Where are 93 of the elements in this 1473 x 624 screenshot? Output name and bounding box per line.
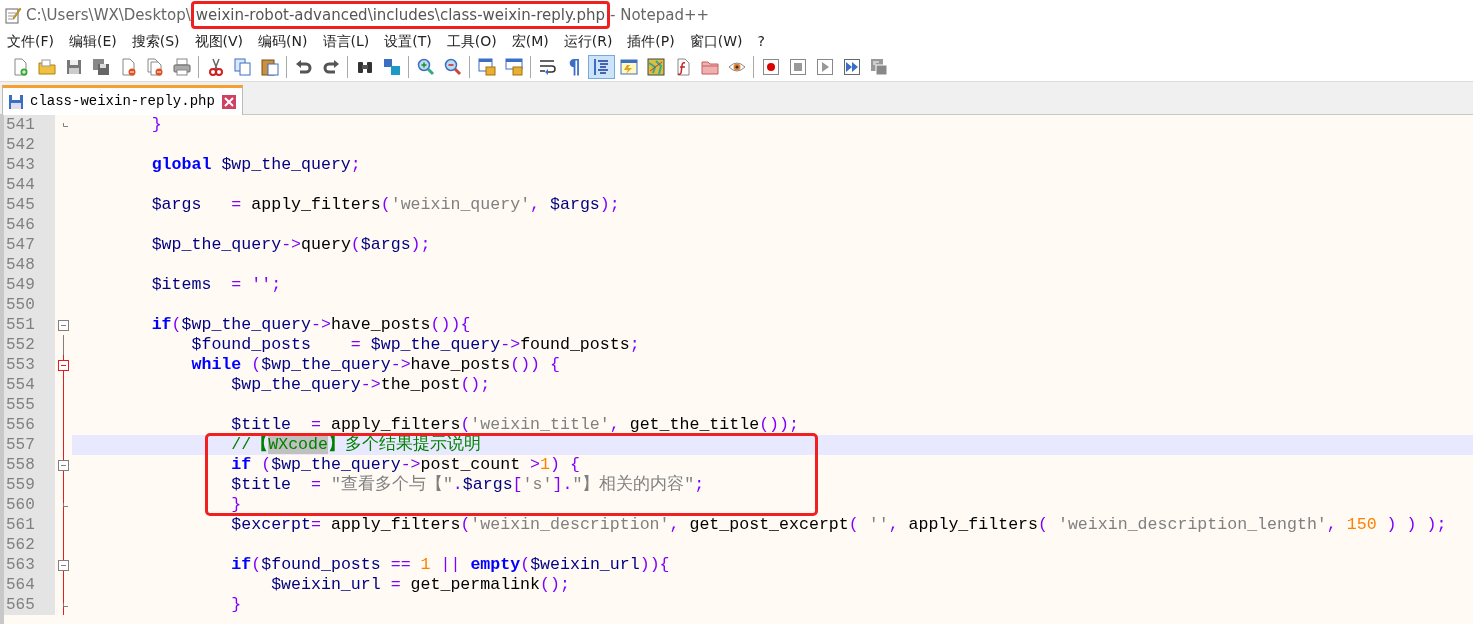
scissors-icon[interactable] bbox=[206, 57, 225, 76]
zoom-out-icon[interactable] bbox=[443, 57, 462, 76]
line-number: 548 bbox=[4, 255, 55, 275]
map-icon[interactable] bbox=[646, 57, 665, 76]
line-number: 549 bbox=[4, 275, 55, 295]
folder-icon[interactable] bbox=[37, 57, 56, 76]
window-title-text: - Notepad++ bbox=[610, 4, 710, 26]
code-line: $excerpt= apply_filters('weixin_description', get_post_excerpt( '', apply_filters( 'weixin_description_length', 150 ) ) ); bbox=[230, 515, 1447, 534]
menu-item[interactable]: 宏(M) bbox=[504, 30, 557, 52]
file-tab[interactable]: class-weixin-reply.php bbox=[2, 85, 243, 115]
code-line: if($wp_the_query->have_posts()){ bbox=[150, 315, 471, 334]
line-number: 553 bbox=[4, 355, 55, 375]
code-line: $found_posts = $wp_the_query->found_posts; bbox=[190, 335, 640, 354]
tab-label: class-weixin-reply.php bbox=[30, 92, 215, 111]
fold-end-icon bbox=[63, 123, 68, 127]
menu-item[interactable]: 语言(L) bbox=[315, 30, 378, 52]
zoom-in-icon[interactable] bbox=[416, 57, 435, 76]
word-wrap-icon[interactable] bbox=[538, 57, 557, 76]
stop-icon[interactable] bbox=[788, 57, 807, 76]
fold-end-icon bbox=[63, 503, 68, 507]
line-number: 561 bbox=[4, 515, 55, 535]
fold-toggle-icon[interactable] bbox=[58, 560, 69, 571]
line-number: 554 bbox=[4, 375, 55, 395]
code-line: } bbox=[230, 595, 242, 614]
close-icon[interactable] bbox=[219, 92, 238, 111]
line-number: 547 bbox=[4, 235, 55, 255]
window-lock-icon[interactable] bbox=[504, 57, 523, 76]
code-line: global $wp_the_query; bbox=[150, 155, 361, 174]
code-line: if($found_posts == 1 || empty($weixin_url)){ bbox=[230, 555, 670, 574]
line-number: 555 bbox=[4, 395, 55, 415]
code-line: while ($wp_the_query->have_posts()) { bbox=[190, 355, 560, 374]
menu-item[interactable]: 窗口(W) bbox=[682, 30, 751, 52]
menu-item[interactable]: 工具(O) bbox=[439, 30, 505, 52]
indent-guide-icon[interactable] bbox=[592, 57, 611, 76]
panel-icon[interactable] bbox=[619, 57, 638, 76]
line-number: 550 bbox=[4, 295, 55, 315]
fold-toggle-icon[interactable] bbox=[58, 460, 69, 471]
code-line: if ($wp_the_query->post_count >1) { bbox=[230, 455, 580, 474]
line-number: 542 bbox=[4, 135, 55, 155]
menu-item[interactable]: 文件(F) bbox=[0, 30, 62, 52]
play-icon[interactable] bbox=[815, 57, 834, 76]
menu-item[interactable]: 视图(V) bbox=[187, 30, 252, 52]
window-lock-icon[interactable] bbox=[477, 57, 496, 76]
line-number: 559 bbox=[4, 475, 55, 495]
line-number: 544 bbox=[4, 175, 55, 195]
line-number: 563 bbox=[4, 555, 55, 575]
fold-line bbox=[63, 335, 64, 355]
line-number: 564 bbox=[4, 575, 55, 595]
code-line: $title = apply_filters('weixin_title', get_the_title()); bbox=[230, 415, 799, 434]
close-files-icon[interactable] bbox=[145, 57, 164, 76]
fold-toggle-icon[interactable] bbox=[58, 320, 69, 331]
code-line: $wp_the_query->the_post(); bbox=[230, 375, 491, 394]
code-line: $items = ''; bbox=[150, 275, 282, 294]
code-line: $title = "查看多个与【".$args['s']."】相关的内容"; bbox=[230, 475, 705, 494]
menu-item[interactable]: 设置(T) bbox=[377, 30, 440, 52]
code-line: } bbox=[150, 115, 162, 134]
line-number: 545 bbox=[4, 195, 55, 215]
code-line: $weixin_url = get_permalink(); bbox=[270, 575, 570, 594]
line-number: 552 bbox=[4, 335, 55, 355]
disks-icon[interactable] bbox=[91, 57, 110, 76]
line-number: 551 bbox=[4, 315, 55, 335]
fold-toggle-icon[interactable] bbox=[58, 360, 69, 371]
menu-item[interactable]: 搜索(S) bbox=[124, 30, 188, 52]
line-number: 558 bbox=[4, 455, 55, 475]
printer-icon[interactable] bbox=[172, 57, 191, 76]
save-macro-icon[interactable] bbox=[869, 57, 888, 76]
menu-item[interactable]: 插件(P) bbox=[620, 30, 683, 52]
notepad-icon bbox=[4, 6, 22, 24]
pilcrow-button[interactable]: ¶ bbox=[561, 54, 588, 79]
clipboard-icon[interactable] bbox=[260, 57, 279, 76]
code-line: } bbox=[230, 495, 242, 514]
line-number: 543 bbox=[4, 155, 55, 175]
line-number: 562 bbox=[4, 535, 55, 555]
line-number: 556 bbox=[4, 415, 55, 435]
line-number: 565 bbox=[4, 595, 55, 615]
copy-icon[interactable] bbox=[233, 57, 252, 76]
line-number: 560 bbox=[4, 495, 55, 515]
undo-icon[interactable] bbox=[294, 57, 313, 76]
fast-forward-icon[interactable] bbox=[842, 57, 861, 76]
menu-item[interactable]: ? bbox=[750, 30, 773, 52]
code-line: $args = apply_filters('weixin_query', $args); bbox=[150, 195, 620, 214]
menu-item[interactable]: 编辑(E) bbox=[62, 30, 125, 52]
line-number: 546 bbox=[4, 215, 55, 235]
menu-item[interactable]: 运行(R) bbox=[556, 30, 621, 52]
record-icon[interactable] bbox=[761, 57, 780, 76]
file-path-title: weixin-robot-advanced\includes\class-weixin-reply.php bbox=[190, 0, 610, 30]
menu-item[interactable]: 编码(N) bbox=[251, 30, 316, 52]
window-title-text: C:\Users\WX\Desktop\ bbox=[26, 4, 191, 26]
fold-end-icon bbox=[63, 603, 68, 607]
code-line: $wp_the_query->query($args); bbox=[150, 235, 431, 254]
line-number: 541 bbox=[4, 115, 55, 135]
line-number: 557 bbox=[4, 435, 55, 455]
redo-icon[interactable] bbox=[321, 57, 340, 76]
